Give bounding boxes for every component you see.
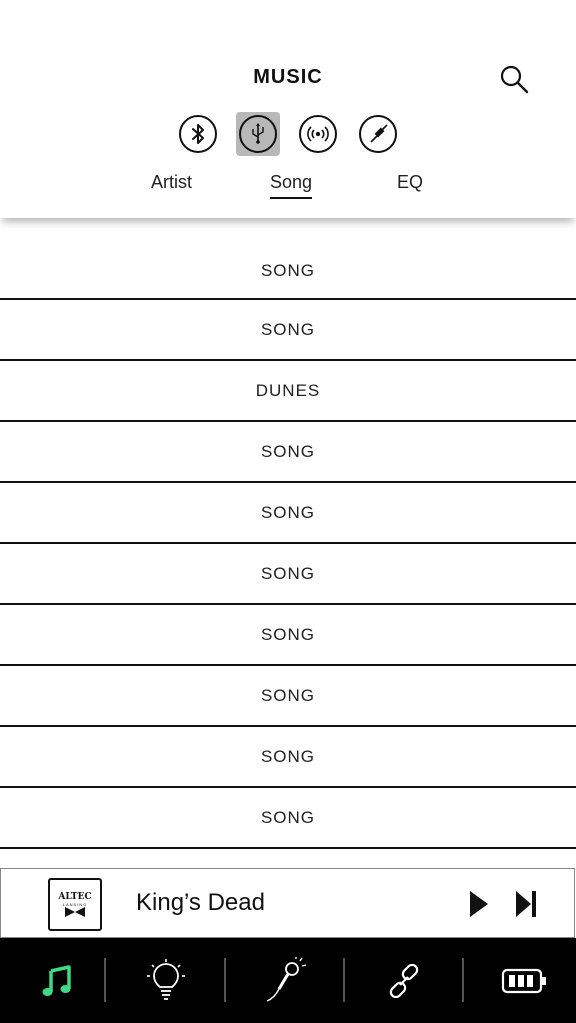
list-item[interactable]: SONG	[0, 605, 576, 666]
tab-song[interactable]: Song	[270, 172, 313, 199]
nav-battery[interactable]	[466, 938, 576, 1023]
song-list: SONG SONG DUNES SONG SONG SONG SONG SONG…	[0, 244, 576, 849]
brand-logo-icon	[65, 906, 85, 917]
music-note-icon	[42, 964, 71, 996]
nav-light[interactable]	[108, 938, 223, 1023]
nav-divider	[343, 958, 345, 1002]
list-item[interactable]: SONG	[0, 244, 576, 300]
list-item[interactable]: SONG	[0, 483, 576, 544]
list-item[interactable]: SONG	[0, 788, 576, 849]
list-item[interactable]: SONG	[0, 727, 576, 788]
tab-eq[interactable]: EQ	[397, 172, 423, 197]
source-bluetooth-button[interactable]	[176, 112, 220, 156]
nav-link[interactable]	[346, 938, 461, 1023]
microphone-icon	[266, 956, 306, 1002]
source-selector	[0, 112, 576, 156]
search-icon	[500, 65, 529, 94]
tab-artist[interactable]: Artist	[151, 172, 192, 197]
list-item[interactable]: SONG	[0, 666, 576, 727]
nav-divider	[104, 958, 106, 1002]
track-title: King’s Dead	[136, 889, 265, 916]
bluetooth-icon	[192, 124, 204, 144]
light-bulb-icon	[146, 958, 185, 1000]
skip-next-icon	[516, 891, 536, 917]
source-usb-button[interactable]	[236, 112, 280, 156]
list-item[interactable]: DUNES	[0, 361, 576, 422]
aux-cable-icon	[370, 124, 388, 143]
skip-next-button[interactable]	[513, 889, 539, 919]
broadcast-icon	[307, 126, 329, 142]
list-item[interactable]: SONG	[0, 544, 576, 605]
tab-bar: Artist Song EQ	[0, 172, 576, 202]
battery-icon	[501, 968, 546, 993]
album-brand: ALTEC	[58, 891, 92, 902]
source-aux-button[interactable]	[356, 112, 400, 156]
list-item[interactable]: SONG	[0, 422, 576, 483]
nav-karaoke[interactable]	[228, 938, 343, 1023]
play-button[interactable]	[467, 889, 491, 919]
bottom-nav	[0, 938, 576, 1023]
play-icon	[470, 891, 488, 917]
nav-divider	[224, 958, 226, 1002]
link-icon	[389, 963, 418, 998]
page-title: MUSIC	[253, 66, 323, 88]
usb-icon	[252, 123, 264, 144]
nav-divider	[462, 958, 464, 1002]
nav-music[interactable]	[0, 938, 115, 1023]
header: MUSIC Artist Song EQ	[0, 0, 576, 218]
album-art: ALTEC LANSING	[48, 878, 102, 931]
list-item[interactable]: SONG	[0, 300, 576, 361]
now-playing-bar[interactable]: ALTEC LANSING King’s Dead	[0, 868, 575, 938]
search-button[interactable]	[496, 62, 532, 98]
source-radio-button[interactable]	[296, 112, 340, 156]
